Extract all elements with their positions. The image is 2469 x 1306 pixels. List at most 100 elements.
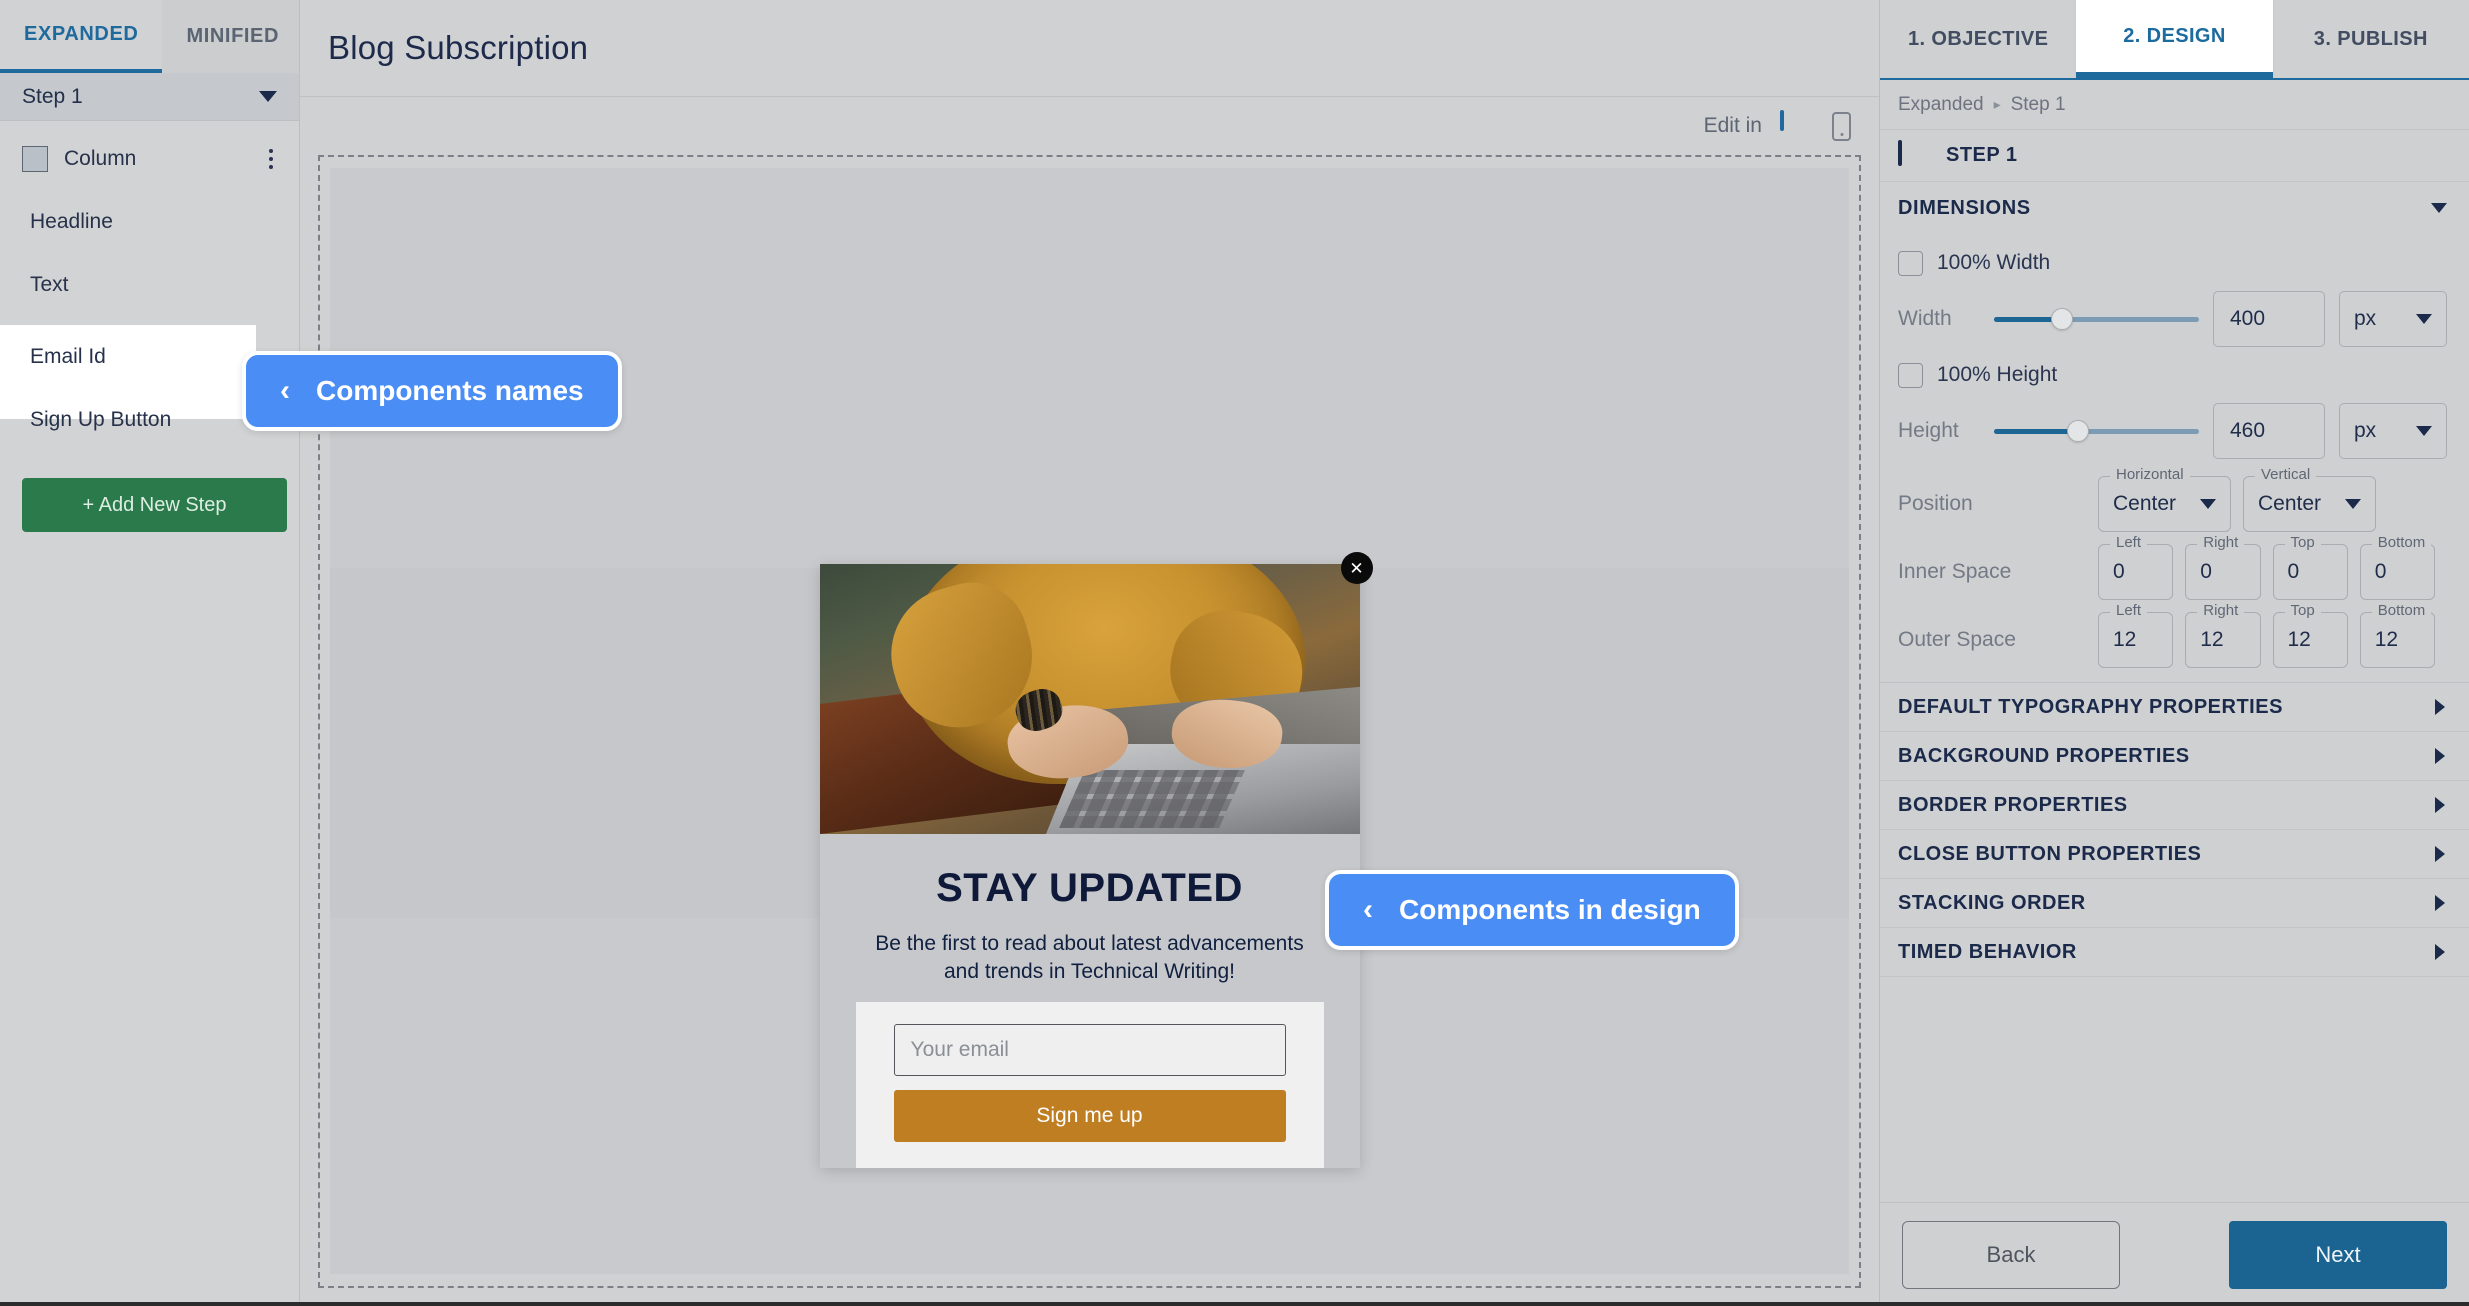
inner-space-right-value: 0 bbox=[2200, 560, 2212, 583]
chevron-left-icon: ‹ bbox=[280, 374, 290, 407]
more-options-icon[interactable] bbox=[269, 148, 273, 169]
full-height-row: 100% Height bbox=[1898, 352, 2447, 398]
email-input[interactable] bbox=[893, 1023, 1286, 1076]
panel-spacer bbox=[1880, 977, 2469, 1202]
chevron-down-icon bbox=[259, 91, 277, 102]
section-close-button-properties-label: CLOSE BUTTON PROPERTIES bbox=[1898, 842, 2202, 865]
breadcrumb-parent[interactable]: Expanded bbox=[1898, 94, 1984, 116]
outer-space-bottom-legend: Bottom bbox=[2371, 602, 2432, 619]
mobile-icon[interactable] bbox=[1832, 111, 1851, 141]
inner-space-top-field[interactable]: Top 0 bbox=[2272, 534, 2348, 600]
full-width-label: 100% Width bbox=[1937, 251, 2051, 274]
tab-publish[interactable]: 3. PUBLISH bbox=[2273, 0, 2469, 78]
right-properties-panel: 1. OBJECTIVE 2. DESIGN 3. PUBLISH Expand… bbox=[1879, 0, 2469, 1306]
position-horizontal-select[interactable]: Horizontal Center bbox=[2098, 466, 2231, 532]
edit-in-label: Edit in bbox=[1703, 114, 1762, 137]
tab-expanded[interactable]: EXPANDED bbox=[0, 0, 163, 73]
outer-space-left-legend: Left bbox=[2110, 602, 2148, 619]
chevron-down-icon bbox=[2200, 499, 2216, 509]
add-new-step-button[interactable]: + Add New Step bbox=[22, 478, 287, 532]
dimensions-section-body: 100% Width Width px 100% Height bbox=[1880, 234, 2469, 682]
width-input[interactable] bbox=[2213, 291, 2325, 347]
full-height-checkbox[interactable] bbox=[1898, 362, 1923, 388]
chevron-right-icon bbox=[2435, 699, 2445, 715]
close-icon[interactable]: ✕ bbox=[1340, 552, 1373, 584]
dimensions-section-header[interactable]: DIMENSIONS bbox=[1880, 182, 2469, 234]
center-canvas-area: Blog Subscription Edit in ✕ STAY UPDATED… bbox=[300, 0, 1879, 1306]
monitor-icon bbox=[1898, 139, 1932, 170]
section-timed-behavior-label: TIMED BEHAVIOR bbox=[1898, 940, 2077, 963]
section-border-properties[interactable]: BORDER PROPERTIES bbox=[1880, 781, 2469, 830]
tree-item-text[interactable]: Text bbox=[0, 253, 299, 316]
width-row: Width px bbox=[1898, 286, 2447, 352]
width-unit-select[interactable]: px bbox=[2339, 291, 2447, 347]
outer-space-left-value: 12 bbox=[2113, 628, 2137, 651]
dimensions-section-label: DIMENSIONS bbox=[1898, 196, 2031, 219]
full-width-checkbox[interactable] bbox=[1898, 250, 1923, 276]
tab-design-label: 2. DESIGN bbox=[2123, 24, 2226, 47]
sign-me-up-button[interactable]: Sign me up bbox=[893, 1089, 1286, 1142]
section-close-button-properties[interactable]: CLOSE BUTTON PROPERTIES bbox=[1880, 830, 2469, 879]
highlighted-components-group: Email Id Sign Up Button bbox=[0, 325, 256, 431]
tree-item-label: Text bbox=[30, 272, 69, 296]
inner-space-right-legend: Right bbox=[2197, 534, 2245, 551]
position-vertical-value: Center bbox=[2258, 492, 2322, 515]
outer-space-right-field[interactable]: Right 12 bbox=[2185, 602, 2261, 668]
monitor-icon[interactable] bbox=[1780, 110, 1814, 140]
section-border-properties-label: BORDER PROPERTIES bbox=[1898, 793, 2128, 816]
callout-components-in-design: ‹ Components in design bbox=[1325, 870, 1739, 950]
section-timed-behavior[interactable]: TIMED BEHAVIOR bbox=[1880, 928, 2469, 977]
outer-space-top-field[interactable]: Top 12 bbox=[2272, 602, 2348, 668]
outer-space-bottom-field[interactable]: Bottom 12 bbox=[2359, 602, 2435, 668]
height-slider[interactable] bbox=[1994, 420, 2199, 442]
section-background-properties[interactable]: BACKGROUND PROPERTIES bbox=[1880, 732, 2469, 781]
tab-objective[interactable]: 1. OBJECTIVE bbox=[1880, 0, 2076, 78]
tab-minified[interactable]: MINIFIED bbox=[162, 0, 303, 73]
section-default-typography[interactable]: DEFAULT TYPOGRAPHY PROPERTIES bbox=[1880, 683, 2469, 732]
position-horizontal-legend: Horizontal bbox=[2110, 466, 2190, 483]
step-selector[interactable]: Step 1 bbox=[0, 73, 299, 121]
chevron-right-icon bbox=[2435, 895, 2445, 911]
tree-item-column[interactable]: Column bbox=[0, 127, 299, 190]
sidebar-tabs: EXPANDED MINIFIED bbox=[0, 0, 299, 73]
position-vertical-legend: Vertical bbox=[2255, 466, 2317, 483]
chevron-down-icon bbox=[2431, 203, 2447, 213]
callout-components-in-design-label: Components in design bbox=[1399, 894, 1701, 925]
callout-components-names-label: Components names bbox=[316, 375, 584, 406]
tab-expanded-label: EXPANDED bbox=[24, 23, 139, 45]
outer-space-top-legend: Top bbox=[2284, 602, 2321, 619]
height-input[interactable] bbox=[2213, 403, 2325, 459]
tree-item-label: Email Id bbox=[30, 344, 106, 368]
tree-item-headline[interactable]: Headline bbox=[0, 190, 299, 253]
inner-space-bottom-value: 0 bbox=[2374, 560, 2387, 583]
inner-space-top-value: 0 bbox=[2287, 560, 2300, 583]
section-stacking-order[interactable]: STACKING ORDER bbox=[1880, 879, 2469, 928]
breadcrumb: Expanded ▸ Step 1 bbox=[1880, 80, 2469, 130]
outer-space-label: Outer Space bbox=[1898, 628, 2016, 651]
inner-space-bottom-field[interactable]: Bottom 0 bbox=[2359, 534, 2435, 600]
outer-space-left-field[interactable]: Left 12 bbox=[2098, 602, 2174, 668]
breadcrumb-current: Step 1 bbox=[2010, 93, 2066, 115]
step-selector-value: Step 1 bbox=[22, 84, 83, 108]
position-vertical-select[interactable]: Vertical Center bbox=[2243, 466, 2376, 532]
component-tree: Column Headline Text bbox=[0, 121, 299, 316]
page-title: Blog Subscription bbox=[328, 29, 589, 66]
tab-objective-label: 1. OBJECTIVE bbox=[1907, 27, 2049, 50]
height-unit-select[interactable]: px bbox=[2339, 403, 2447, 459]
design-canvas[interactable]: ✕ STAY UPDATED Be the first to read abou… bbox=[318, 155, 1861, 1288]
width-slider[interactable] bbox=[1994, 308, 2199, 330]
tab-design[interactable]: 2. DESIGN bbox=[2076, 0, 2273, 78]
callout-components-names: ‹ Components names bbox=[242, 351, 622, 431]
back-button[interactable]: Back bbox=[1902, 1220, 2120, 1289]
tree-item-email-id[interactable]: Email Id bbox=[0, 325, 256, 388]
inner-space-right-field[interactable]: Right 0 bbox=[2185, 534, 2261, 600]
height-unit-value: px bbox=[2354, 419, 2377, 442]
selected-element-label: STEP 1 bbox=[1946, 144, 2018, 166]
position-horizontal-value: Center bbox=[2113, 492, 2177, 515]
next-button[interactable]: Next bbox=[2229, 1220, 2447, 1289]
chevron-down-icon bbox=[2345, 499, 2361, 509]
tree-item-sign-up-button[interactable]: Sign Up Button bbox=[0, 388, 256, 451]
tree-item-label: Headline bbox=[30, 209, 113, 233]
popup-preview[interactable]: ✕ STAY UPDATED Be the first to read abou… bbox=[819, 552, 1373, 1168]
inner-space-left-field[interactable]: Left 0 bbox=[2098, 534, 2174, 600]
